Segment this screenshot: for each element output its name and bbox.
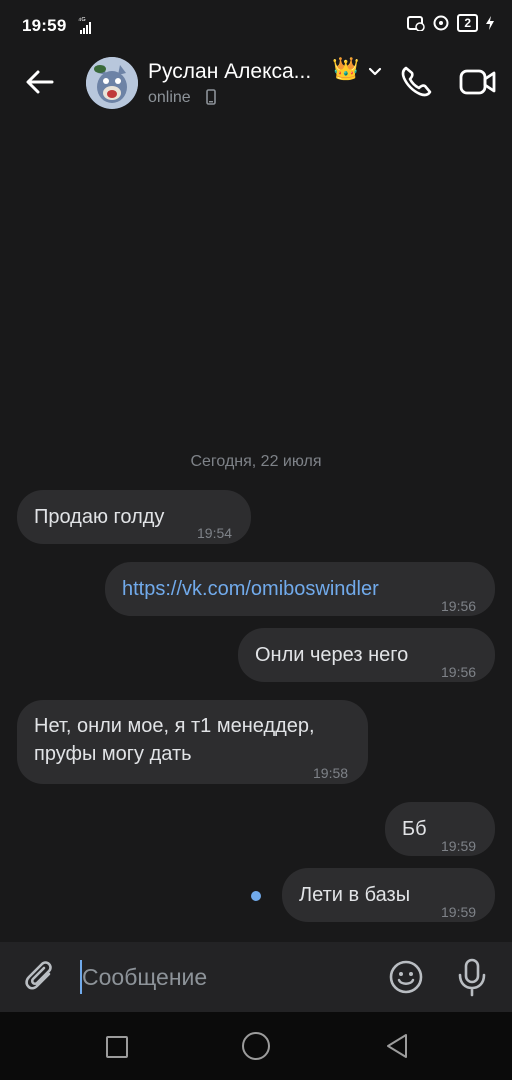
- avatar[interactable]: [86, 57, 138, 109]
- chat-header: Руслан Алекса... 👑 online: [0, 52, 512, 116]
- message-text: Нет, онли мое, я т1 менеддер, пруфы могу…: [34, 715, 315, 765]
- message-time: 19:56: [441, 598, 477, 614]
- system-nav-bar: [0, 1012, 512, 1080]
- emoji-icon[interactable]: [388, 959, 424, 995]
- vpn-icon: [433, 15, 449, 31]
- message-text: Онли через него: [255, 644, 409, 666]
- message-bubble-incoming[interactable]: Продаю голду 19:54: [17, 490, 251, 544]
- nav-back-icon[interactable]: [384, 1032, 410, 1060]
- contact-name[interactable]: Руслан Алекса...: [148, 60, 311, 84]
- status-icons: 2: [407, 14, 494, 32]
- chevron-down-icon[interactable]: [366, 62, 384, 80]
- recent-apps-icon[interactable]: [106, 1036, 128, 1058]
- message-text: Бб: [402, 818, 427, 840]
- message-time: 19:58: [313, 765, 349, 781]
- avatar-image: [86, 57, 138, 109]
- message-bubble-outgoing[interactable]: https://vk.com/omiboswindler 19:56: [105, 562, 495, 616]
- paperclip-icon[interactable]: [22, 958, 58, 996]
- charging-icon: [486, 16, 494, 30]
- status-time: 19:59: [22, 16, 67, 35]
- message-composer: [0, 942, 512, 1012]
- message-bubble-outgoing[interactable]: Бб 19:59: [385, 802, 495, 856]
- contact-status: online: [148, 89, 191, 106]
- battery-indicator: 2: [457, 14, 478, 32]
- message-time: 19:59: [441, 838, 477, 854]
- phone-icon[interactable]: [398, 64, 434, 100]
- message-bubble-outgoing[interactable]: Лети в базы 19:59: [282, 868, 495, 922]
- mobile-device-icon: [206, 89, 216, 105]
- message-time: 19:54: [197, 525, 233, 541]
- crown-emoji: 👑: [332, 56, 360, 81]
- unread-indicator: [251, 891, 261, 901]
- message-bubble-outgoing[interactable]: Онли через него 19:56: [238, 628, 495, 682]
- home-icon[interactable]: [242, 1032, 270, 1060]
- message-text: Продаю голду: [34, 506, 165, 528]
- message-bubble-incoming[interactable]: Нет, онли мое, я т1 менеддер, пруфы могу…: [17, 700, 368, 784]
- message-time: 19:56: [441, 664, 477, 680]
- video-camera-icon[interactable]: [458, 64, 498, 100]
- message-link[interactable]: https://vk.com/omiboswindler: [122, 575, 379, 603]
- no-sim-icon: [407, 16, 426, 31]
- microphone-icon[interactable]: [455, 957, 489, 997]
- message-input[interactable]: [82, 958, 372, 996]
- back-arrow-icon[interactable]: [22, 64, 58, 100]
- signal-icon: [80, 22, 91, 34]
- message-time: 19:59: [441, 904, 477, 920]
- message-text: Лети в базы: [299, 884, 411, 906]
- date-separator: Сегодня, 22 июля: [190, 453, 322, 470]
- status-bar: 19:59 ⁴ᴳ 2: [0, 0, 512, 52]
- message-list[interactable]: Сегодня, 22 июля Продаю голду 19:54 http…: [0, 116, 512, 942]
